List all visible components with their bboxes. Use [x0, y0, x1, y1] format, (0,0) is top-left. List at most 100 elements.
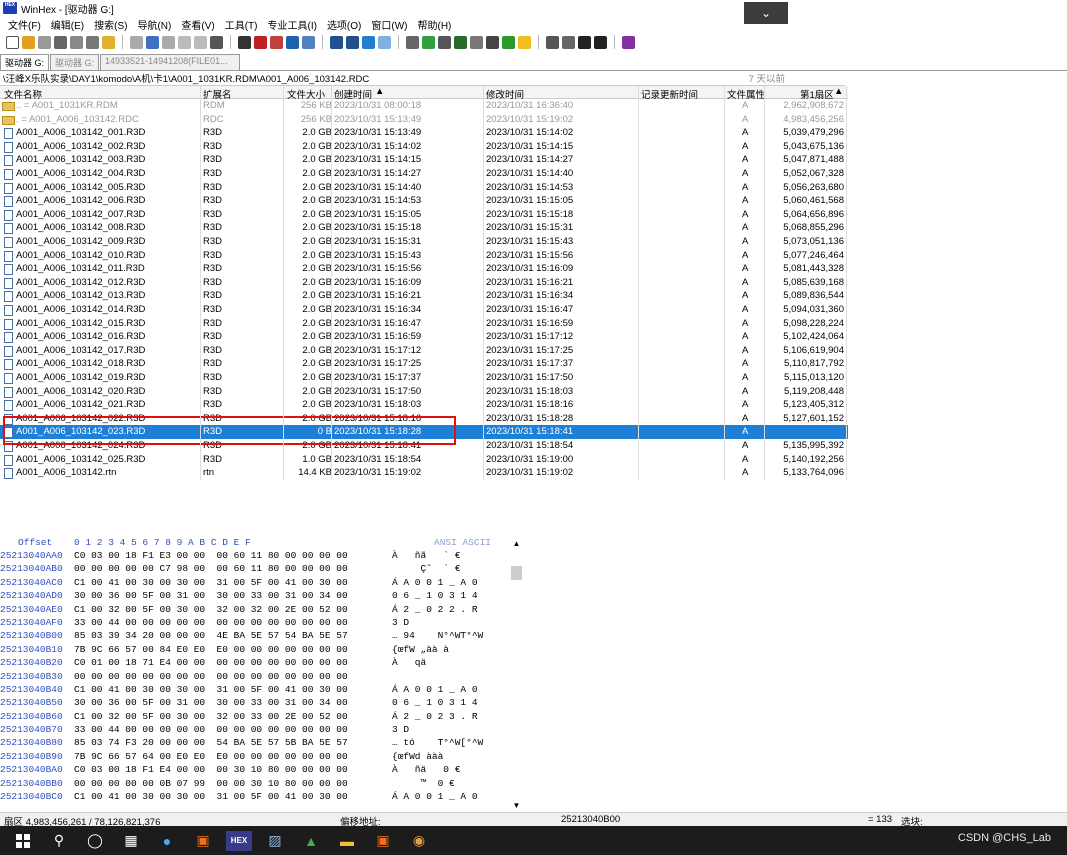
goto-sector-icon[interactable]: [346, 35, 359, 49]
game-app-icon[interactable]: ◉: [406, 831, 432, 851]
menu-navigate[interactable]: 导航(N): [132, 17, 176, 32]
hex-row[interactable]: 25213040AA0 C0 03 00 18 F1 E3 00 00 00 60…: [0, 550, 525, 563]
green-app-icon[interactable]: ▲: [298, 831, 324, 851]
table-row[interactable]: A001_A006_103142_009.R3D R3D 2.0 GB 2023/10…: [0, 235, 848, 249]
table-row[interactable]: A001_A006_103142_012.R3D R3D 2.0 GB 2023/10…: [0, 276, 848, 290]
table-row[interactable]: A001_A006_103142_020.R3D R3D 2.0 GB 2023/10…: [0, 385, 848, 399]
table-row[interactable]: A001_A006_103142_025.R3D R3D 1.0 GB 2023/10…: [0, 453, 848, 467]
prev-icon[interactable]: [578, 35, 591, 49]
hex-editor[interactable]: Offset 0 1 2 3 4 5 6 7 8 9 A B C D E F A…: [0, 537, 525, 810]
disk-tool-icon[interactable]: [422, 35, 435, 49]
properties-icon[interactable]: [70, 35, 83, 49]
next-icon[interactable]: [594, 35, 607, 49]
hex-row[interactable]: 25213040BA0 C0 03 00 18 F1 E4 00 00 00 30…: [0, 764, 525, 777]
table-row[interactable]: A001_A006_103142.rtn rtn 14.4 KB 2023/10/31…: [0, 466, 848, 480]
table-row[interactable]: A001_A006_103142_021.R3D R3D 2.0 GB 2023/10…: [0, 398, 848, 412]
copy-icon[interactable]: [162, 35, 175, 49]
search-icon[interactable]: [470, 35, 483, 49]
table-row[interactable]: A001_A006_103142_010.R3D R3D 2.0 GB 2023/10…: [0, 249, 848, 263]
hex-row[interactable]: 25213040AF0 33 00 44 00 00 00 00 00 00 00…: [0, 617, 525, 630]
task-view-icon[interactable]: ▦: [118, 831, 144, 851]
table-row[interactable]: A001_A006_103142_013.R3D R3D 2.0 GB 2023/10…: [0, 289, 848, 303]
winhex-taskbar-icon[interactable]: HEX: [226, 830, 252, 851]
hex-row[interactable]: 25213040B50 30 00 36 00 5F 00 31 00 30 00…: [0, 697, 525, 710]
table-row[interactable]: A001_A006_103142_017.R3D R3D 2.0 GB 2023/10…: [0, 344, 848, 358]
tab-drive-g[interactable]: 驱动器 G:: [0, 54, 50, 70]
table-row[interactable]: A001_A006_103142_011.R3D R3D 2.0 GB 2023/10…: [0, 262, 848, 276]
open-disk-icon[interactable]: [438, 35, 451, 49]
paste-icon[interactable]: [178, 35, 191, 49]
table-row[interactable]: A001_A006_103142_001.R3D R3D 2.0 GB 2023/10…: [0, 126, 848, 140]
hex-row[interactable]: 25213040AD0 30 00 36 00 5F 00 31 00 30 00…: [0, 590, 525, 603]
menu-file[interactable]: 文件(F): [0, 17, 46, 32]
table-row[interactable]: .. = A001_1031KR.RDM RDM 256 KB 2023/10/31 …: [0, 99, 848, 113]
table-row[interactable]: A001_A006_103142_002.R3D R3D 2.0 GB 2023/10…: [0, 140, 848, 154]
case-icon[interactable]: [486, 35, 499, 49]
find-icon[interactable]: [238, 35, 251, 49]
table-row[interactable]: A001_A006_103142_003.R3D R3D 2.0 GB 2023/10…: [0, 153, 848, 167]
table-row[interactable]: A001_A006_103142_016.R3D R3D 2.0 GB 2023/10…: [0, 330, 848, 344]
folder-icon[interactable]: ▬: [334, 831, 360, 851]
menu-specialist[interactable]: 专业工具(I): [262, 17, 321, 32]
print-icon[interactable]: [54, 35, 67, 49]
scroll-thumb[interactable]: [511, 566, 522, 580]
table-icon[interactable]: [562, 35, 575, 49]
browser-icon[interactable]: ●: [154, 831, 180, 851]
hex-row[interactable]: 25213040BB0 00 00 00 00 00 0B 07 99 00 00…: [0, 778, 525, 791]
undo-arrow-icon[interactable]: [130, 35, 143, 49]
hex-row[interactable]: 25213040B90 7B 9C 66 57 64 00 E0 E0 E0 00…: [0, 751, 525, 764]
calculator-icon[interactable]: [454, 35, 467, 49]
hex-row[interactable]: 25213040B40 C1 00 41 00 30 00 30 00 31 00…: [0, 684, 525, 697]
table-row[interactable]: A001_A006_103142_007.R3D R3D 2.0 GB 2023/10…: [0, 208, 848, 222]
cut-icon[interactable]: [146, 35, 159, 49]
back-arrow-icon[interactable]: [362, 35, 375, 49]
hex-row[interactable]: 25213040B70 33 00 44 00 00 00 00 00 00 00…: [0, 724, 525, 737]
tab-drive-g-2[interactable]: 驱动器 G:: [50, 54, 100, 70]
refresh-icon[interactable]: [406, 35, 419, 49]
help-book-icon[interactable]: [622, 35, 635, 49]
table-row[interactable]: A001_A006_103142_008.R3D R3D 2.0 GB 2023/10…: [0, 221, 848, 235]
paste-special-icon[interactable]: [194, 35, 207, 49]
open-file-icon[interactable]: [22, 35, 35, 49]
table-row[interactable]: A001_A006_103142_006.R3D R3D 2.0 GB 2023/10…: [0, 194, 848, 208]
replace-icon[interactable]: [270, 35, 283, 49]
table-row[interactable]: A001_A006_103142_015.R3D R3D 2.0 GB 2023/10…: [0, 317, 848, 331]
hex-row[interactable]: 25213040AC0 C1 00 41 00 30 00 30 00 31 00…: [0, 577, 525, 590]
hex-row[interactable]: 25213040B60 C1 00 32 00 5F 00 30 00 32 00…: [0, 711, 525, 724]
forward-arrow-icon[interactable]: [378, 35, 391, 49]
table-row[interactable]: A001_A006_103142_019.R3D R3D 2.0 GB 2023/10…: [0, 371, 848, 385]
goto-offset-icon[interactable]: [330, 35, 343, 49]
table-row[interactable]: . = A001_A006_103142.RDC RDC 256 KB 2023/10…: [0, 113, 848, 127]
table-row[interactable]: A001_A006_103142_004.R3D R3D 2.0 GB 2023/10…: [0, 167, 848, 181]
menu-search[interactable]: 搜索(S): [89, 17, 132, 32]
analyze-icon[interactable]: [518, 35, 531, 49]
undo-icon[interactable]: [86, 35, 99, 49]
app-icon-orange[interactable]: ▣: [190, 831, 216, 851]
disk-app-icon[interactable]: ▨: [262, 831, 288, 851]
tab-file-range[interactable]: 14933521-14941208(FILE01...: [100, 54, 241, 70]
table-row[interactable]: A001_A006_103142_014.R3D R3D 2.0 GB 2023/10…: [0, 303, 848, 317]
new-file-icon[interactable]: [6, 35, 19, 49]
menu-help[interactable]: 帮助(H): [413, 17, 457, 32]
menu-window[interactable]: 窗口(W): [366, 17, 412, 32]
table-row[interactable]: A001_A006_103142_018.R3D R3D 2.0 GB 2023/10…: [0, 357, 848, 371]
table-row[interactable]: A001_A006_103142_005.R3D R3D 2.0 GB 2023/10…: [0, 181, 848, 195]
find-hex-icon[interactable]: [254, 35, 267, 49]
hex-row[interactable]: 25213040B80 85 03 74 F3 20 00 00 00 54 BA…: [0, 737, 525, 750]
hex-row[interactable]: 25213040B10 7B 9C 66 57 00 84 E0 E0 E0 00…: [0, 644, 525, 657]
menu-view[interactable]: 查看(V): [176, 17, 219, 32]
grid-icon[interactable]: [546, 35, 559, 49]
scroll-up-icon[interactable]: ▲: [510, 539, 523, 548]
find-again-icon[interactable]: [302, 35, 315, 49]
menu-tools[interactable]: 工具(T): [220, 17, 263, 32]
menu-edit[interactable]: 编辑(E): [46, 17, 89, 32]
template-icon[interactable]: [502, 35, 515, 49]
hex-row[interactable]: 25213040BC0 C1 00 41 00 30 00 30 00 31 00…: [0, 791, 525, 804]
hex-row[interactable]: 25213040AE0 C1 00 32 00 5F 00 30 00 32 00…: [0, 604, 525, 617]
hex-row[interactable]: 25213040B20 C0 01 00 18 71 E4 00 00 00 00…: [0, 657, 525, 670]
windows-start-icon[interactable]: [10, 831, 36, 851]
search-icon[interactable]: ⚲: [46, 831, 72, 851]
app-icon-orange-2[interactable]: ▣: [370, 831, 396, 851]
hex-row[interactable]: 25213040B30 00 00 00 00 00 00 00 00 00 00…: [0, 671, 525, 684]
open-folder-icon[interactable]: [102, 35, 115, 49]
